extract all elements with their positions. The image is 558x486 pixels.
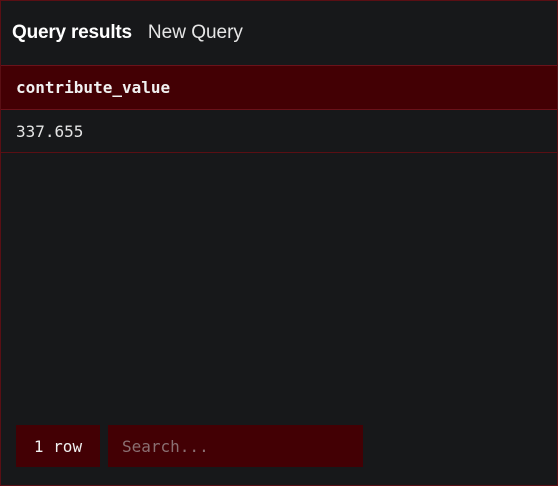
- row-count-badge: 1 row: [16, 425, 100, 467]
- query-results-panel: Query results New Query contribute_value…: [0, 0, 558, 486]
- search-input[interactable]: [108, 425, 363, 467]
- tab-new-query[interactable]: New Query: [148, 22, 243, 44]
- column-header-contribute-value[interactable]: contribute_value: [1, 65, 557, 110]
- results-footer: 1 row: [16, 425, 363, 467]
- table-row: 337.655: [1, 110, 557, 153]
- table-cell: 337.655: [16, 121, 84, 141]
- tab-query-results[interactable]: Query results: [12, 22, 132, 44]
- tab-bar: Query results New Query: [1, 1, 557, 65]
- results-table: contribute_value 337.655: [1, 65, 557, 153]
